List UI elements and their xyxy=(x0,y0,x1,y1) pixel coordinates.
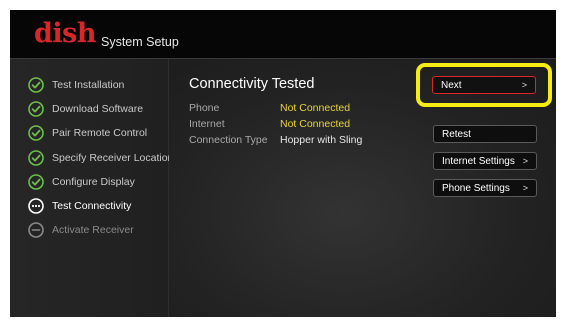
internet-settings-button[interactable]: Internet Settings > xyxy=(433,152,537,170)
check-circle-icon xyxy=(28,77,44,93)
step-label: Activate Receiver xyxy=(52,224,134,236)
next-button[interactable]: Next > xyxy=(432,76,536,94)
status-value: Hopper with Sling xyxy=(280,134,363,146)
check-circle-icon xyxy=(28,174,44,190)
status-label: Connection Type xyxy=(189,134,268,146)
step-download-software: Download Software xyxy=(28,100,143,118)
step-label: Specify Receiver Location xyxy=(52,152,174,164)
button-label: Internet Settings xyxy=(442,155,515,167)
section-title: Connectivity Tested xyxy=(189,76,315,92)
chevron-right-icon: > xyxy=(522,156,528,166)
chevron-right-icon: > xyxy=(521,80,527,90)
button-label: Next xyxy=(441,79,462,91)
status-label: Phone xyxy=(189,102,220,114)
status-value: Not Connected xyxy=(280,102,351,114)
step-specify-receiver-location: Specify Receiver Location xyxy=(28,149,173,167)
minus-circle-icon xyxy=(28,222,44,238)
step-test-installation: Test Installation xyxy=(28,76,124,94)
page-title: System Setup xyxy=(101,35,179,49)
button-label: Retest xyxy=(442,128,471,140)
check-circle-icon xyxy=(28,150,44,166)
tv-screen: dish System Setup Test Installation Down… xyxy=(10,10,556,317)
retest-button[interactable]: Retest xyxy=(433,125,537,143)
step-label: Test Connectivity xyxy=(52,200,132,212)
status-value: Not Connected xyxy=(280,118,351,130)
step-label: Pair Remote Control xyxy=(52,127,148,139)
ellipsis-circle-icon xyxy=(28,198,44,214)
status-label: Internet xyxy=(189,118,225,130)
step-test-connectivity: Test Connectivity xyxy=(28,197,131,215)
header: dish System Setup xyxy=(10,10,556,59)
button-label: Phone Settings xyxy=(442,182,510,194)
step-label: Download Software xyxy=(52,103,144,115)
step-label: Test Installation xyxy=(52,79,125,91)
step-configure-display: Configure Display xyxy=(28,173,135,191)
step-activate-receiver: Activate Receiver xyxy=(28,221,134,239)
step-label: Configure Display xyxy=(52,176,135,188)
chevron-right-icon: > xyxy=(522,183,528,193)
setup-steps-sidebar: Test Installation Download Software Pair… xyxy=(10,59,173,317)
dish-logo: dish xyxy=(34,18,96,49)
phone-settings-button[interactable]: Phone Settings > xyxy=(433,179,537,197)
check-circle-icon xyxy=(28,125,44,141)
step-pair-remote-control: Pair Remote Control xyxy=(28,124,147,142)
check-circle-icon xyxy=(28,101,44,117)
